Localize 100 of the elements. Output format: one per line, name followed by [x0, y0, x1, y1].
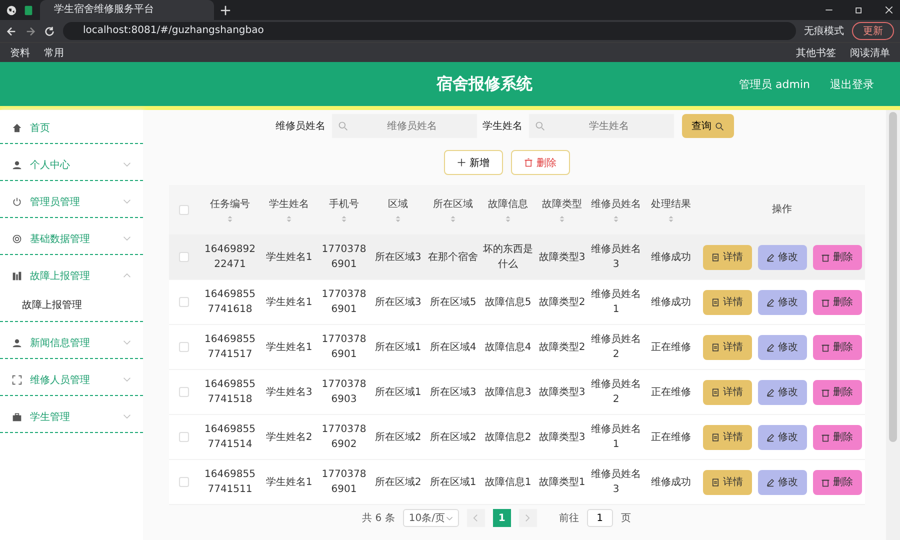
table-cell-text: 学生姓名1: [264, 476, 314, 490]
row-checkbox[interactable]: [179, 342, 189, 352]
details-button[interactable]: 详情: [702, 470, 752, 494]
sort-icon[interactable]: [613, 214, 619, 222]
table-cell-text: 学生姓名1: [264, 296, 314, 310]
close-icon[interactable]: [884, 5, 894, 15]
search-field[interactable]: 维修员姓名: [332, 114, 476, 138]
column-header[interactable]: 处理结果: [651, 196, 691, 212]
briefcase-icon: [12, 412, 22, 422]
sheet-icon[interactable]: [23, 4, 34, 16]
sidebar-item[interactable]: 基础数据管理: [0, 223, 143, 254]
table-cell-text: 所在区域1: [428, 476, 478, 490]
search-field[interactable]: 学生姓名: [528, 114, 674, 138]
sidebar-item[interactable]: 维修人员管理: [0, 364, 143, 395]
edit-button[interactable]: 修改: [758, 290, 806, 314]
table-cell-text: 故障信息1: [484, 476, 532, 490]
forward-icon[interactable]: [25, 26, 36, 36]
next-page-button[interactable]: [518, 509, 537, 527]
column-header[interactable]: 手机号: [329, 196, 359, 212]
field-label: 学生姓名: [482, 120, 522, 133]
table-cell-text: 维修成功: [650, 296, 692, 310]
column-header[interactable]: 区域: [388, 196, 408, 212]
chevron-left-icon: [473, 514, 478, 522]
restore-icon[interactable]: [854, 5, 864, 15]
row-checkbox[interactable]: [179, 252, 189, 262]
column-header[interactable]: 学生姓名: [269, 196, 309, 212]
table-cell-text: 维修员姓名3: [591, 468, 641, 497]
table-cell-text: 正在维修: [650, 386, 692, 400]
previous-page-button[interactable]: [466, 509, 485, 527]
bookmark[interactable]: 其他书签: [796, 46, 836, 60]
sort-icon[interactable]: [395, 214, 401, 222]
sort-icon[interactable]: [450, 214, 456, 222]
page-size-select[interactable]: 10条/页: [402, 509, 459, 527]
total-count: 共 6 条: [362, 512, 395, 525]
table-cell-text: 正在维修: [650, 340, 692, 354]
search-button[interactable]: 查询: [682, 114, 734, 138]
table-cell-text: 17703786901: [320, 243, 368, 272]
row-checkbox[interactable]: [179, 432, 189, 442]
row-checkbox[interactable]: [179, 387, 189, 397]
edit-button[interactable]: 修改: [758, 470, 806, 494]
scrollbar[interactable]: [886, 110, 900, 540]
edit-button[interactable]: 修改: [758, 244, 806, 270]
delete-button[interactable]: 删除: [812, 244, 862, 270]
column-header[interactable]: 维修员姓名: [591, 196, 641, 212]
table-cell-text: 16469855 7741517: [204, 333, 256, 362]
goto-label: 前往: [558, 512, 579, 525]
delete-button[interactable]: 删除: [812, 380, 862, 404]
edit-button[interactable]: 修改: [758, 334, 806, 360]
incognito-badge[interactable]: 无痕模式: [804, 24, 844, 38]
delete-button[interactable]: 删除: [510, 150, 570, 175]
browser-tab[interactable]: 学生宿舍维修服务平台: [40, 0, 214, 20]
table-cell-text: 维修员姓名1: [591, 422, 641, 452]
delete-button[interactable]: 删除: [812, 334, 862, 360]
row-checkbox[interactable]: [179, 477, 189, 487]
sidebar-item[interactable]: 个人中心: [0, 149, 143, 180]
column-header[interactable]: 任务编号: [210, 196, 250, 212]
delete-button[interactable]: 删除: [812, 424, 862, 450]
column-header[interactable]: 操作: [772, 202, 792, 217]
add-button[interactable]: 新增: [444, 150, 502, 175]
column-header[interactable]: 所在区域: [433, 196, 473, 212]
search-icon: [714, 122, 724, 130]
edit-button[interactable]: 修改: [758, 424, 806, 450]
column-header[interactable]: 故障信息: [488, 196, 528, 212]
home-icon: [12, 122, 22, 132]
sort-icon[interactable]: [505, 214, 511, 222]
table-cell-text: 故障信息3: [484, 386, 532, 400]
update-button[interactable]: 更新: [852, 22, 894, 40]
details-button[interactable]: 详情: [702, 334, 752, 360]
details-button[interactable]: 详情: [702, 290, 752, 314]
details-button[interactable]: 详情: [702, 244, 752, 270]
delete-button[interactable]: 删除: [812, 290, 862, 314]
sort-icon[interactable]: [286, 214, 292, 222]
reload-icon[interactable]: [44, 26, 55, 36]
bookmark[interactable]: 阅读清单: [850, 46, 890, 60]
plus-icon[interactable]: [220, 4, 231, 16]
sidebar-subitem[interactable]: 故障上报管理: [0, 291, 143, 321]
trash-icon: [821, 478, 830, 486]
sort-icon[interactable]: [559, 214, 565, 222]
sort-icon[interactable]: [227, 214, 233, 222]
delete-button[interactable]: 删除: [812, 470, 862, 494]
bookmark[interactable]: 常用: [44, 46, 64, 60]
trash-icon: [821, 298, 830, 306]
globe-icon[interactable]: [6, 4, 17, 16]
page-input[interactable]: 1: [586, 509, 613, 527]
pencil-icon: [766, 298, 775, 306]
chevron-icon: [123, 377, 131, 382]
back-icon[interactable]: [6, 26, 17, 36]
column-header[interactable]: 故障类型: [542, 196, 582, 212]
details-button[interactable]: 详情: [702, 380, 752, 404]
address-field[interactable]: localhost:8081/#/guzhangshangbao: [63, 22, 796, 40]
details-button[interactable]: 详情: [702, 424, 752, 450]
sort-icon[interactable]: [341, 214, 347, 222]
bookmark[interactable]: 资料: [10, 46, 30, 60]
row-checkbox[interactable]: [179, 297, 189, 307]
table-cell-text: 16469855 7741518: [204, 378, 256, 407]
edit-button[interactable]: 修改: [758, 380, 806, 404]
select-all-checkbox[interactable]: [179, 204, 189, 214]
scrollbar-thumb[interactable]: [889, 112, 897, 442]
table-cell-text: 维修员姓名1: [591, 288, 641, 317]
sort-icon[interactable]: [668, 214, 674, 222]
